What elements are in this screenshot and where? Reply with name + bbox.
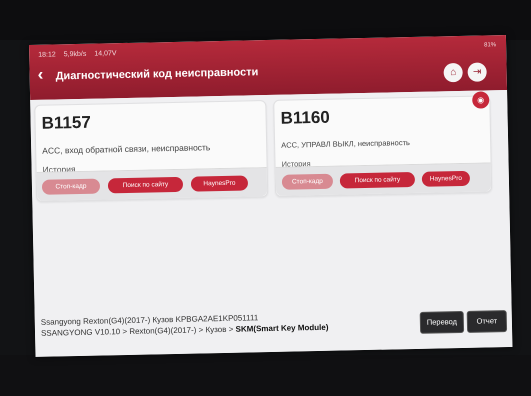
battery-indicator: 81% <box>484 42 496 48</box>
module-name: SKM(Smart Key Module) <box>235 322 329 334</box>
back-button[interactable]: ‹ <box>37 65 43 85</box>
home-icon: ⌂ <box>450 67 457 79</box>
dtc-code: B1160 <box>280 107 330 128</box>
device-bezel-bottom <box>0 355 531 396</box>
chevron-left-icon: ‹ <box>37 64 44 84</box>
dtc-card: B1160 ACC, УПРАВЛ ВЫКЛ, неисправность Ис… <box>273 95 493 197</box>
exit-button[interactable]: ⇥ <box>467 62 487 82</box>
freeze-frame-button[interactable]: Стоп-кадр <box>281 173 334 190</box>
status-net-speed: 5,9kb/s <box>63 50 87 59</box>
web-search-button[interactable]: Поиск по сайту <box>339 171 416 189</box>
status-time: 18:12 <box>38 51 56 59</box>
dtc-description: ACC, вход обратной связи, неисправность <box>42 142 211 156</box>
camera-icon: ◉ <box>477 95 485 105</box>
haynespro-button[interactable]: HaynesPro <box>190 175 249 192</box>
status-voltage: 14,07V <box>94 50 117 58</box>
device-bezel-top <box>0 0 531 40</box>
dtc-description: ACC, УПРАВЛ ВЫКЛ, неисправность <box>281 138 410 150</box>
dtc-card: B1157 ACC, вход обратной связи, неисправ… <box>34 100 269 202</box>
home-button[interactable]: ⌂ <box>443 62 463 83</box>
status-bar: 18:12 5,9kb/s 14,07V <box>38 50 116 59</box>
page-title: Диагностический код неисправности <box>55 66 259 83</box>
battery-level: 81% <box>484 42 497 49</box>
haynespro-button[interactable]: HaynesPro <box>421 170 471 187</box>
report-button[interactable]: Отчет <box>466 310 508 333</box>
dtc-actions: Стоп-кадр Поиск по сайту HaynesPro <box>275 162 492 196</box>
dtc-actions: Стоп-кадр Поиск по сайту HaynesPro <box>36 167 268 201</box>
app-header: 18:12 5,9kb/s 14,07V 81% ‹ Диагностическ… <box>29 35 508 100</box>
tablet-screen: 18:12 5,9kb/s 14,07V 81% ‹ Диагностическ… <box>29 35 513 357</box>
web-search-button[interactable]: Поиск по сайту <box>107 176 184 194</box>
freeze-frame-button[interactable]: Стоп-кадр <box>41 178 101 195</box>
dtc-code: B1157 <box>41 112 92 133</box>
translate-button[interactable]: Перевод <box>419 310 465 334</box>
exit-icon: ⇥ <box>472 66 482 78</box>
